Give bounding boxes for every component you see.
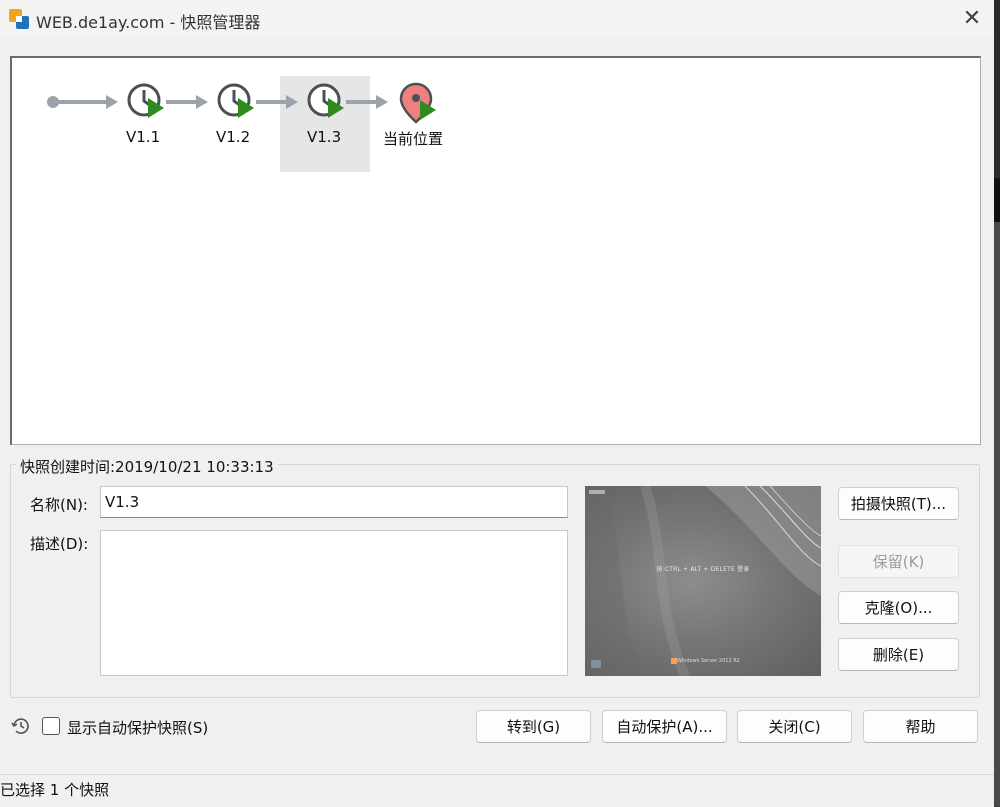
clone-button[interactable]: 克隆(O)... — [838, 591, 959, 624]
snapshot-tree-graph — [47, 82, 436, 124]
snapshot-created-time: 快照创建时间:2019/10/21 10:33:13 — [16, 456, 278, 477]
snapshot-clock-icon[interactable] — [217, 83, 254, 118]
snapshot-tree[interactable]: V1.1 V1.2 V1.3 当前位置 — [10, 56, 981, 445]
connector-arrow — [346, 95, 388, 109]
connector-arrow — [166, 95, 208, 109]
status-bar — [0, 774, 994, 807]
description-label: 描述(D): — [30, 535, 89, 553]
keep-button[interactable]: 保留(K) — [838, 545, 959, 578]
vmware-app-icon — [9, 9, 29, 29]
snapshot-node-label[interactable]: V1.2 — [216, 128, 250, 146]
show-autoprotect-checkbox[interactable] — [42, 717, 60, 735]
connector-arrow — [53, 95, 118, 109]
thumbnail-windows-logo: Windows Server 2012 R2 — [677, 658, 740, 664]
snapshot-description-field[interactable] — [100, 530, 568, 676]
help-button[interactable]: 帮助 — [863, 710, 978, 743]
snapshot-clock-icon[interactable] — [127, 83, 164, 118]
snapshot-clock-icon[interactable] — [307, 83, 344, 118]
snapshot-name-field[interactable] — [100, 486, 568, 518]
close-icon[interactable]: ✕ — [957, 4, 987, 34]
snapshot-node-label[interactable]: V1.1 — [126, 128, 160, 146]
name-label: 名称(N): — [30, 496, 88, 514]
close-button[interactable]: 关闭(C) — [737, 710, 852, 743]
thumbnail-login-prompt: 按 CTRL + ALT + DELETE 登录 — [656, 566, 750, 573]
delete-button[interactable]: 删除(E) — [838, 638, 959, 671]
current-location-pin-icon[interactable] — [399, 82, 436, 124]
window-title: WEB.de1ay.com - 快照管理器 — [36, 13, 261, 32]
snapshot-node-label[interactable]: V1.3 — [307, 128, 341, 146]
snapshot-thumbnail: 按 CTRL + ALT + DELETE 登录 Windows Server … — [585, 486, 821, 676]
autoprotect-button[interactable]: 自动保护(A)... — [602, 710, 727, 743]
current-location-label[interactable]: 当前位置 — [383, 128, 443, 149]
goto-button[interactable]: 转到(G) — [476, 710, 591, 743]
snapshot-manager-window: WEB.de1ay.com - 快照管理器 ✕ V1.1 V1.2 V1.3 当… — [0, 0, 994, 807]
connector-arrow — [256, 95, 298, 109]
take-snapshot-button[interactable]: 拍摄快照(T)... — [838, 487, 959, 520]
autoprotect-history-icon — [11, 718, 29, 734]
title-bar: WEB.de1ay.com - 快照管理器 ✕ — [0, 0, 994, 38]
status-text: 已选择 1 个快照 — [0, 781, 110, 799]
background-desktop-edge — [994, 0, 1000, 806]
show-autoprotect-label[interactable]: 显示自动保护快照(S) — [67, 717, 208, 738]
